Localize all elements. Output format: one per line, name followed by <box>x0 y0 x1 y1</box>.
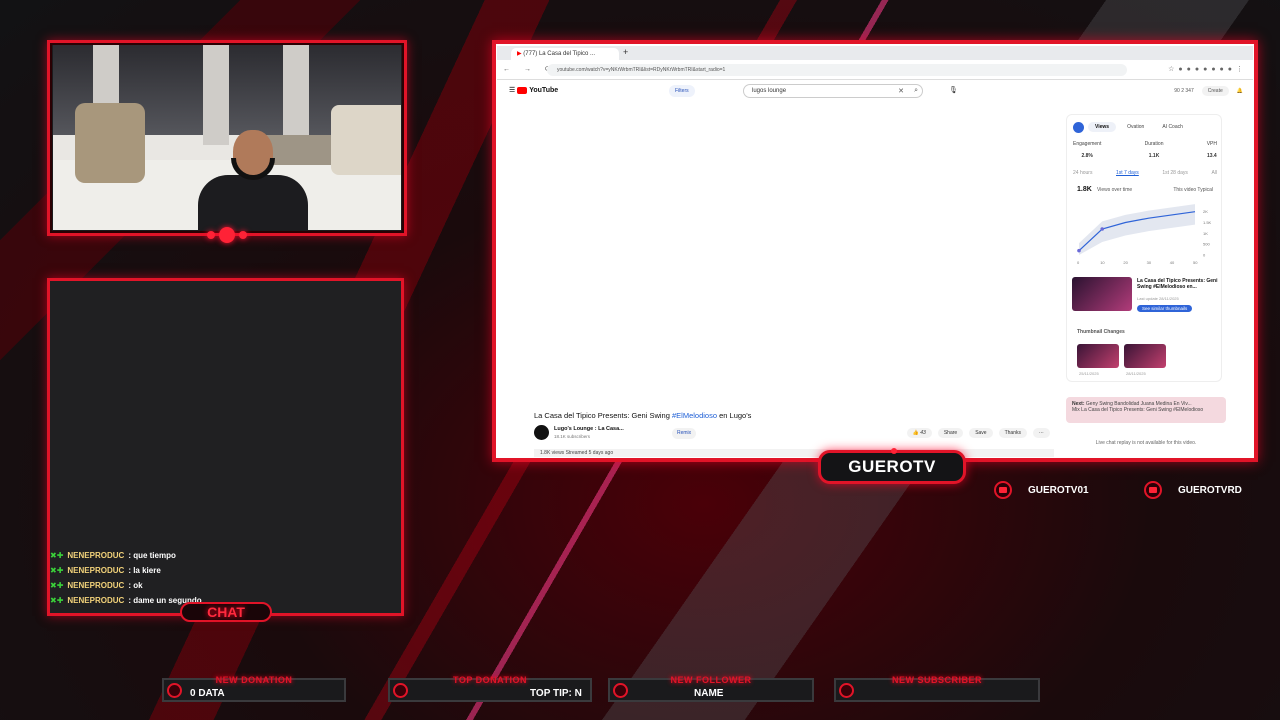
view-count: 1.8K <box>1077 186 1092 193</box>
x-tick-label: 50 <box>1193 260 1198 265</box>
chat-message: ✖✚ NENEPRODUC: que tiempo <box>50 551 176 560</box>
range-28d[interactable]: 1st 28 days <box>1162 170 1188 176</box>
tab-views[interactable]: Views <box>1088 122 1117 132</box>
notifications-icon[interactable]: 🔔 <box>1237 88 1243 94</box>
data-point <box>1100 227 1104 231</box>
chat-tab-label: CHAT <box>180 602 272 622</box>
range-7d[interactable]: 1st 7 days <box>1116 170 1139 176</box>
youtube-header: ☰ YouTube Filters lugos lounge ✕ ⌕ 🎙 90 2 … <box>497 80 1253 102</box>
tab-ovation[interactable]: Ovation <box>1120 122 1151 132</box>
x-tick-label: 10 <box>1100 260 1105 265</box>
chat-messages: ✖✚ NENEPRODUC: que tiempo ✖✚ NENEPRODUC: l… <box>50 548 390 608</box>
chat-message: ✖✚ NENEPRODUC: ok <box>50 581 143 590</box>
tab-ai-coach[interactable]: AI Coach <box>1155 122 1190 132</box>
youtube-icon <box>1144 481 1162 499</box>
y-tick-label: 2K <box>1203 209 1208 214</box>
heart-icon <box>613 683 628 698</box>
channel-name[interactable]: Lugo's Lounge : La Casa... <box>554 426 624 432</box>
thumbnail-date: Last update 28/11/2025 <box>1137 296 1179 301</box>
streamer-nameplate: GUEROTV <box>818 448 966 484</box>
channel-avatar[interactable] <box>534 425 549 440</box>
search-icon: ⌕ <box>914 87 918 94</box>
video-actions: 👍 43 Share Save Thanks ⋯ <box>906 428 1050 438</box>
thanks-button[interactable]: Thanks <box>998 428 1027 438</box>
x-tick-label: 0 <box>1077 260 1080 265</box>
like-button[interactable]: 👍 43 <box>906 428 932 438</box>
next-video-box[interactable]: Next: Geny Swing Bandolidad Juana Medina… <box>1066 397 1226 423</box>
thumbnail-changes-label: Thumbnail Changes <box>1077 329 1125 335</box>
metric-select[interactable]: Views over time <box>1097 187 1132 193</box>
social-handle: GUEROTV01 <box>994 480 1089 500</box>
channel-row: Lugo's Lounge : La Casa... 18.1K subscri… <box>534 424 1054 442</box>
save-button[interactable]: Save <box>969 428 993 438</box>
change-date: 28/11/2025 <box>1126 371 1146 376</box>
similar-thumbnails-button[interactable]: See similar thumbnails <box>1137 305 1193 312</box>
url-input[interactable]: youtube.com/watch?v=yNKrWrbmTRI&list=RDy… <box>547 64 1127 76</box>
y-tick-label: 1.5K <box>1203 220 1212 225</box>
extension-logo <box>1073 121 1084 133</box>
clear-icon: ✕ <box>898 88 904 95</box>
thumbnail-change[interactable] <box>1077 344 1119 368</box>
y-tick-label: 1K <box>1203 231 1208 236</box>
more-icon[interactable]: ⋯ <box>1033 428 1050 438</box>
create-button[interactable]: Create <box>1201 86 1229 96</box>
chat-badge-icon: ✖✚ <box>50 596 64 605</box>
search-input[interactable]: lugos lounge ✕ ⌕ <box>743 84 923 98</box>
play-icon <box>517 86 528 94</box>
new-tab-icon[interactable]: + <box>623 47 628 57</box>
x-tick-label: 30 <box>1147 260 1152 265</box>
browser-tabbar: ▶ (777) La Casa del Tipico ... + <box>497 46 1253 60</box>
chat-badge-icon: ✖✚ <box>50 581 64 590</box>
webcam-indicator <box>200 227 254 243</box>
youtube-icon <box>994 481 1012 499</box>
filters-button[interactable]: Filters <box>669 85 695 97</box>
range-tabs: 24 hours 1st 7 days 1st 28 days All <box>1073 170 1217 176</box>
remix-button[interactable]: Remix <box>672 428 697 439</box>
youtube-logo[interactable]: ☰ YouTube <box>509 86 558 94</box>
subscriber-bar: NEW SUBSCRIBER <box>834 675 1040 702</box>
views-line: 1.8K views Streamed 5 days ago <box>534 449 1054 457</box>
subscriber-icon <box>839 683 854 698</box>
social-handle: GUEROTVRD <box>1144 480 1242 500</box>
header-actions: 90 2 347 Create 🔔 <box>1174 86 1243 96</box>
chart-legend: This video Typical <box>1173 187 1213 193</box>
browser-tab[interactable]: ▶ (777) La Casa del Tipico ... <box>511 48 619 60</box>
views-chart: 2K 1.5K 1K 500 0 0 10 20 30 40 50 <box>1077 204 1212 265</box>
donation-bar: NEW DONATION 0 DATA <box>162 675 346 702</box>
replay-note: Live chat replay is not available for th… <box>1095 440 1197 446</box>
typical-band <box>1079 204 1195 255</box>
y-tick-label: 500 <box>1203 242 1210 247</box>
channel-subs: 18.1K subscribers <box>554 434 591 439</box>
y-tick-label: 0 <box>1203 253 1206 258</box>
range-all[interactable]: All <box>1211 170 1217 176</box>
webcam-feed <box>53 45 401 230</box>
donation-icon <box>167 683 182 698</box>
follower-bar: NEW FOLLOWER NAME <box>608 675 814 702</box>
address-bar-row: ← → ⟳ youtube.com/watch?v=yNKrWrbmTRI&li… <box>497 60 1253 80</box>
extension-icons[interactable]: ☆●●●●●●●⋮ <box>1168 65 1247 73</box>
x-tick-label: 20 <box>1123 260 1128 265</box>
chat-badge-icon: ✖✚ <box>50 551 64 560</box>
mic-icon[interactable]: 🎙 <box>949 86 958 94</box>
range-24h[interactable]: 24 hours <box>1073 170 1092 176</box>
video-title: La Casa del Tipico Presents: Geni Swing … <box>534 411 752 420</box>
change-date: 25/11/2025 <box>1079 371 1099 376</box>
stats-row: Engagement 2.8% Duration 1.1K VPH 13.4 <box>1073 141 1217 159</box>
data-point <box>1077 248 1081 253</box>
thumbnail-change[interactable] <box>1124 344 1166 368</box>
chat-badge-icon: ✖✚ <box>50 566 64 575</box>
share-button[interactable]: Share <box>937 428 964 438</box>
video-thumbnail[interactable] <box>1072 277 1132 311</box>
top-donation-icon <box>393 683 408 698</box>
x-tick-label: 40 <box>1170 260 1175 265</box>
analytics-panel: Views Ovation AI Coach Engagement 2.8% Du… <box>1066 114 1222 382</box>
thumbnail-title: La Casa del Tipico Presents: Geni Swing … <box>1137 278 1218 290</box>
top-donation-bar: TOP DONATION TOP TIP: N <box>388 675 592 702</box>
chat-message: ✖✚ NENEPRODUC: la kiere <box>50 566 161 575</box>
